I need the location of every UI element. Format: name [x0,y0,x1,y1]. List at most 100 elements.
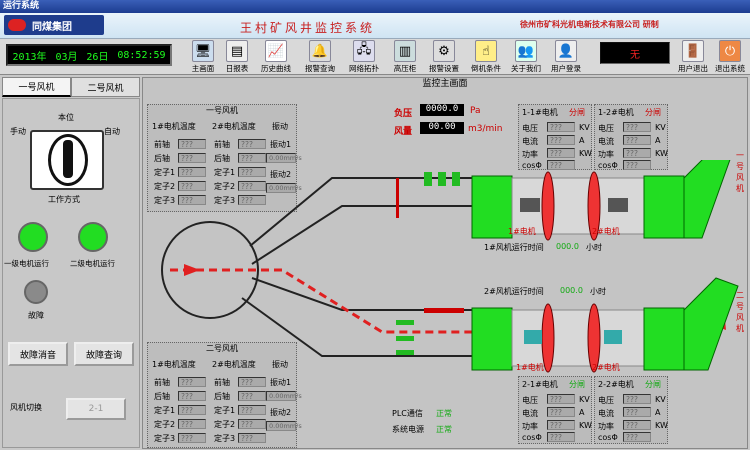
upper-duct-top [249,177,472,247]
lower-gate-1 [396,320,414,325]
airflow-arrow-icon [184,264,200,276]
fan1-runtime-unit: 小时 [586,243,602,252]
toolbar-exit-system[interactable]: ⏻ 退出系统 [712,40,748,74]
fan2-outlet [643,307,685,371]
fan1-motor1-label: 1#电机 [508,227,536,236]
toolbar-daily-report[interactable]: ▤ 日报表 [220,40,254,74]
user-status-display: 无 [600,42,670,64]
auto-label: 自动 [104,127,120,136]
hand-icon: ☝ [475,40,497,62]
upper-gate-2 [438,172,446,186]
fault-label: 故障 [28,311,44,320]
toolbar-hv-cabinet[interactable]: ▥ 高压柜 [388,40,422,74]
pressure-unit: Pa [470,106,481,116]
fan1-motor-1-icon [520,198,540,212]
window-title: 运行系统 [0,0,750,13]
main-screen-title: 监控主画面 [422,79,468,89]
toolbar-alarm-settings[interactable]: ⚙ 报警设置 [424,40,464,74]
fan2-runtime-value: 000.0 [560,286,583,295]
toolbar-about-us[interactable]: 👥 关于我们 [506,40,546,74]
plc-comm-label: PLC通信 [392,409,423,418]
toolbar-main-screen[interactable]: 🖥 主画面 [186,40,220,74]
tab-fan-2[interactable]: 二号风机 [71,77,140,97]
fault-indicator [24,280,48,304]
power-icon: ⏻ [719,40,741,62]
manual-label: 手动 [10,127,26,136]
gear-icon: ⚙ [433,40,455,62]
lower-damper [424,308,464,313]
fan2-run-indicator [78,222,108,252]
user-icon: 👤 [555,40,577,62]
fan1-diffuser [683,160,731,239]
lower-gate-2 [396,336,414,341]
tab-fan-1[interactable]: 一号风机 [2,77,71,97]
fan1-side-label: 一号风机 [736,151,744,193]
fan2-run-label: 二级电机运行 [70,259,115,268]
motor-2-2-panel: 2-2#电机 分闸 电压??? KV 电流??? A 功率??? KW cosΦ??? [594,376,668,444]
fan1-motor2-label: 2#电机 [592,227,620,236]
people-icon: 👥 [515,40,537,62]
power-status: 正常 [436,425,452,434]
fan1-outlet [643,175,685,239]
toolbar-user-login[interactable]: 👤 用户登录 [546,40,586,74]
date-clock: 2013年 03月 26日 08:52:59 [6,44,172,66]
mode-switch-pointer [63,140,73,178]
mode-label: 工作方式 [48,195,80,204]
airflow-unit: m3/min [468,124,503,134]
fan1-impeller-1 [541,171,555,241]
fan2-runtime-label: 2#风机运行时间 [484,287,544,296]
logo-icon [8,19,26,31]
pressure-label: 负压 [394,109,413,119]
plc-comm-status: 正常 [436,409,452,418]
toolbar-switch-conditions[interactable]: ☝ 倒机条件 [466,40,506,74]
airflow-value: 00.00 [420,122,464,134]
company-name: 徐州市矿科光机电新技术有限公司 研制 [520,20,659,29]
fan1-run-label: 一级电机运行 [4,259,49,268]
motor-2-1-panel: 2-1#电机 分闸 电压??? KV 电流??? A 功率??? KW cosΦ??? [518,376,592,444]
upper-damper [396,178,399,218]
local-label: 本位 [58,113,74,122]
lower-duct-top [251,277,472,311]
fan-switch-button[interactable]: 2-1 [66,398,126,420]
fault-query-button[interactable]: 故障查询 [74,342,134,366]
airflow-label: 风量 [394,127,413,137]
fan2-motor-2-icon [604,330,622,344]
fan2-motor-1-icon [524,330,542,344]
upper-gate-1 [424,172,432,186]
fan2-diffuser [683,277,739,371]
fan-tabs: 一号风机 二号风机 [2,77,140,97]
report-icon: ▤ [226,40,248,62]
chart-icon: 📈 [265,40,287,62]
cabinet-icon: ▥ [394,40,416,62]
fan2-side-label: 二号风机 [736,291,744,333]
system-title: 王村矿风井监控系统 [240,21,376,35]
fan2-inlet [471,307,513,371]
pressure-value: 0000.0 [420,104,464,116]
toolbar-network-topology[interactable]: 🖧 网络拓扑 [344,40,384,74]
upper-duct-bottom [251,205,472,265]
fan2-runtime-unit: 小时 [590,287,606,296]
fan2-motor2-label: 2#电机 [592,363,620,372]
fan2-motor1-label: 1#电机 [516,363,544,372]
company-logo: 同煤集团 [4,15,104,35]
bell-icon: 🔔 [309,40,331,62]
logout-icon: 🚪 [682,40,704,62]
ventilation-schematic [161,160,739,373]
power-label: 系统电源 [392,425,424,434]
monitor-icon: 🖥 [192,40,214,62]
toolbar-user-logout[interactable]: 🚪 用户退出 [674,40,712,74]
lower-duct-bottom [241,297,472,357]
fan1-runtime-value: 000.0 [556,242,579,251]
fault-silence-button[interactable]: 故障消音 [8,342,68,366]
toolbar-alarm-query[interactable]: 🔔 报警查询 [300,40,340,74]
upper-gate-3 [452,172,460,186]
fan2-impeller-1 [541,303,555,373]
fan1-motor-2-icon [608,198,628,212]
toolbar-history-curve[interactable]: 📈 历史曲线 [256,40,296,74]
lower-gate-3 [396,350,414,355]
fan1-inlet [471,175,513,239]
fan-switch-label: 风机切换 [10,403,42,412]
fan1-runtime-label: 1#风机运行时间 [484,243,544,252]
network-icon: 🖧 [353,40,375,62]
fan1-run-indicator [18,222,48,252]
